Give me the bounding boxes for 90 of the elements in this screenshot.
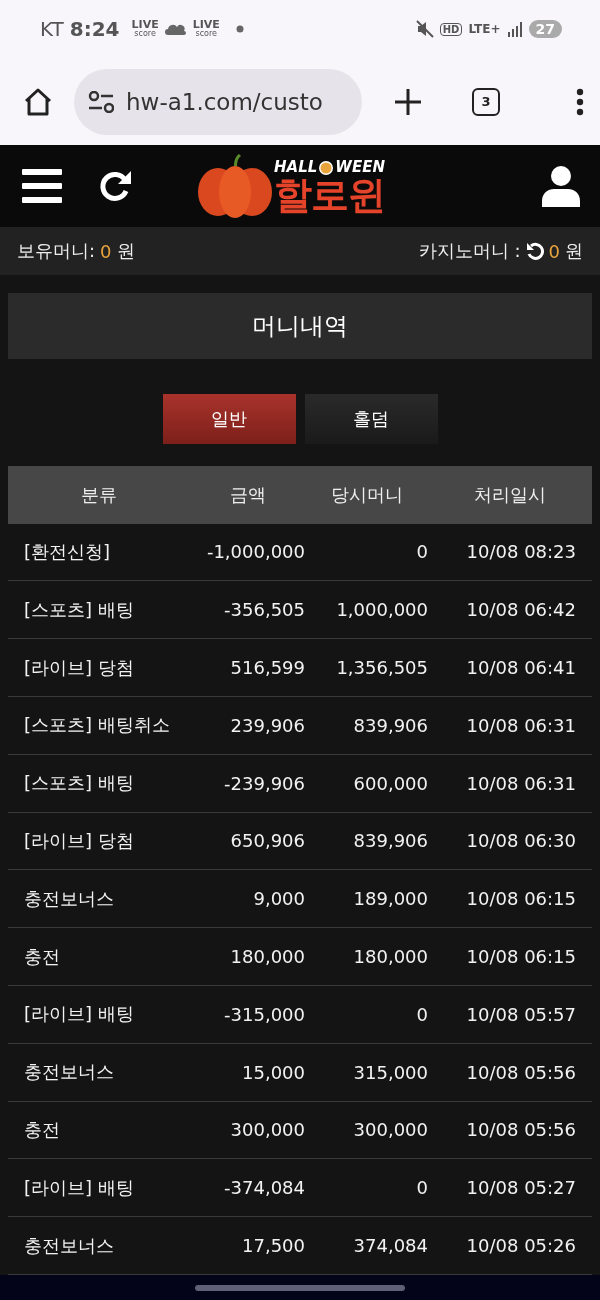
cloud-icon bbox=[164, 23, 187, 35]
tab[interactable]: 홀덤 bbox=[304, 393, 438, 444]
signal-icon bbox=[506, 21, 523, 37]
table-cell-text: 충전 bbox=[23, 944, 61, 969]
table-cell-text: 10/08 05:56 bbox=[465, 1119, 577, 1141]
carrier-name: KT bbox=[40, 17, 64, 41]
table-cell-text: [스포츠] 배팅 bbox=[23, 771, 135, 796]
gesture-handle[interactable] bbox=[195, 1284, 405, 1291]
table-cell-text: 10/08 05:57 bbox=[465, 1003, 577, 1025]
table-cell-text: [환전신청] bbox=[23, 539, 112, 564]
table-cell-text: 516,599 bbox=[229, 657, 305, 679]
table-cell-text: 374,084 bbox=[352, 1235, 428, 1256]
table-cell-text: 239,906 bbox=[229, 714, 305, 736]
refresh-icon[interactable] bbox=[525, 242, 544, 260]
table-cell-text: 600,000 bbox=[352, 772, 428, 794]
column-header: 분류 bbox=[80, 482, 118, 507]
refresh-icon[interactable] bbox=[98, 169, 132, 203]
held-money-value: 0 bbox=[100, 240, 112, 262]
held-money-label: 보유머니: bbox=[17, 239, 96, 263]
clock-time: 8:24 bbox=[69, 17, 120, 41]
table-cell-text: 10/08 06:31 bbox=[465, 772, 577, 794]
table-cell-text: 10/08 06:42 bbox=[465, 599, 577, 621]
table-cell-text: 180,000 bbox=[352, 946, 428, 968]
page-title: 머니내역 bbox=[8, 293, 592, 359]
tab[interactable]: 일반 bbox=[162, 393, 296, 444]
plus-icon[interactable] bbox=[394, 87, 422, 116]
table-cell-text: 300,000 bbox=[352, 1119, 428, 1141]
address-bar[interactable]: hw-a1.com/custo bbox=[74, 68, 362, 135]
live-score-label: LIVE score bbox=[192, 20, 220, 38]
table-cell-text: 180,000 bbox=[229, 946, 305, 968]
menu-icon[interactable] bbox=[22, 169, 62, 203]
table-cell-text: 1,000,000 bbox=[335, 599, 428, 621]
table-cell-text: 0 bbox=[415, 541, 428, 563]
table-cell-text: 189,000 bbox=[352, 888, 428, 910]
table-cell-text: 650,906 bbox=[229, 830, 305, 852]
table-cell-text: 1,356,505 bbox=[335, 657, 428, 679]
table-cell-text: 15,000 bbox=[241, 1061, 305, 1083]
currency-unit: 원 bbox=[565, 239, 583, 263]
column-header: 처리일시 bbox=[473, 482, 547, 507]
logo-text: WEEN bbox=[335, 158, 385, 176]
table-cell-text: -1,000,000 bbox=[205, 541, 305, 563]
table-cell-text: 0 bbox=[415, 1003, 428, 1025]
table-cell-text: 10/08 05:26 bbox=[465, 1235, 577, 1256]
table-cell-text: [스포츠] 배팅 bbox=[23, 597, 135, 622]
logo-text: HALL bbox=[274, 158, 318, 176]
table-cell-text: -315,000 bbox=[223, 1003, 305, 1025]
casino-money-value: 0 bbox=[548, 240, 560, 262]
pumpkin-icon bbox=[196, 154, 274, 218]
network-type: LTE+ bbox=[468, 22, 501, 36]
column-header: 금액 bbox=[228, 482, 267, 507]
table-cell-text: 17,500 bbox=[241, 1235, 305, 1256]
tab-count[interactable]: 3 bbox=[472, 87, 500, 116]
live-score-label: LIVE score bbox=[131, 20, 159, 38]
table-cell-text: 충전보너스 bbox=[23, 1060, 115, 1085]
table-cell-text: 10/08 06:30 bbox=[465, 830, 577, 852]
table-cell-text: -374,084 bbox=[223, 1177, 305, 1199]
table-cell-text: 315,000 bbox=[352, 1061, 428, 1083]
table-cell-text: [라이브] 배팅 bbox=[23, 1175, 135, 1200]
table-cell-text: [라이브] 당첨 bbox=[23, 828, 135, 853]
table-cell-text: [라이브] 배팅 bbox=[23, 1002, 135, 1027]
table-cell-text: 10/08 05:56 bbox=[465, 1061, 577, 1083]
table-cell-text: 300,000 bbox=[229, 1119, 305, 1141]
site-settings-icon[interactable] bbox=[88, 90, 114, 113]
table-cell-text: 충전 bbox=[23, 1117, 61, 1142]
table-cell-text: 10/08 05:27 bbox=[465, 1177, 577, 1199]
table-cell-text: -356,505 bbox=[223, 599, 305, 621]
table-cell-text: 10/08 06:31 bbox=[465, 714, 577, 736]
battery-level: 27 bbox=[528, 20, 562, 38]
column-header: 당시머니 bbox=[329, 482, 404, 507]
dot-icon bbox=[235, 25, 244, 33]
table-cell-text: 0 bbox=[415, 1177, 428, 1199]
table-cell-text: 충전보너스 bbox=[23, 1233, 115, 1258]
table-cell-text: [스포츠] 배팅취소 bbox=[23, 713, 171, 738]
table-cell-text: 839,906 bbox=[352, 830, 428, 852]
table-cell-text: 충전보너스 bbox=[23, 886, 115, 911]
casino-money-label: 카지노머니 : bbox=[418, 239, 521, 263]
table-cell-text: -239,906 bbox=[223, 772, 305, 794]
table-cell-text: 10/08 08:23 bbox=[465, 541, 577, 563]
logo-title: 할로윈 bbox=[274, 176, 385, 214]
table-cell-text: 9,000 bbox=[252, 888, 305, 910]
table-cell-text: 10/08 06:15 bbox=[465, 888, 577, 910]
table-cell-text: [라이브] 당첨 bbox=[23, 655, 135, 680]
user-icon[interactable] bbox=[542, 165, 580, 207]
table-cell-text: 839,906 bbox=[352, 714, 428, 736]
hd-voice-label: HD bbox=[439, 22, 463, 36]
currency-unit: 원 bbox=[116, 239, 135, 263]
menu-icon[interactable] bbox=[576, 87, 584, 116]
mute-icon bbox=[415, 20, 434, 38]
table-cell-text: 10/08 06:41 bbox=[465, 657, 577, 679]
table-cell-text: 10/08 06:15 bbox=[465, 946, 577, 968]
